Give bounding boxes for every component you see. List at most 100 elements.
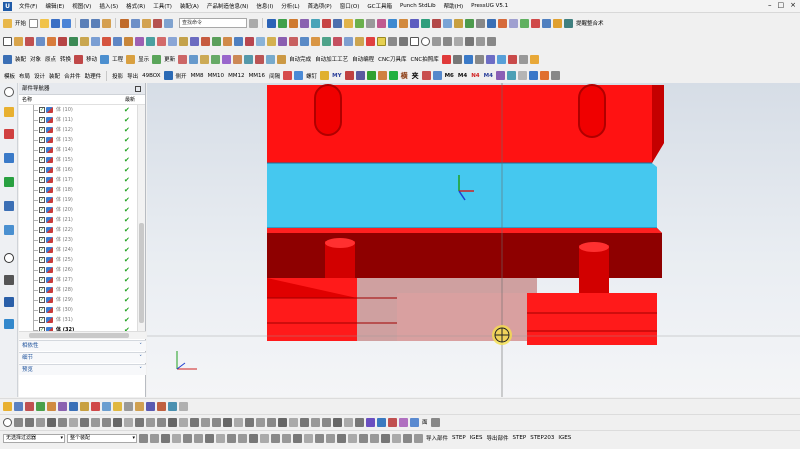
m4-second-button[interactable]: M4 xyxy=(483,73,494,79)
crimson-tool-icon[interactable] xyxy=(432,18,442,28)
auto-program-button[interactable]: 自动编程 xyxy=(351,55,375,63)
projection-button[interactable]: 投影 xyxy=(111,72,124,80)
gray-tool-icon[interactable] xyxy=(366,18,376,28)
punch-tool-11-icon[interactable] xyxy=(506,71,516,80)
rectangle-icon[interactable] xyxy=(410,36,419,46)
b2-red-tool-icon[interactable] xyxy=(388,417,397,427)
trim-body-icon[interactable] xyxy=(146,36,155,46)
layer-icon[interactable] xyxy=(267,18,277,28)
assembly-navigator-icon[interactable] xyxy=(4,107,14,117)
save-icon[interactable] xyxy=(51,18,61,28)
hole-icon[interactable] xyxy=(164,18,174,28)
punch-tool-8-icon[interactable] xyxy=(421,71,431,80)
mm16-button[interactable]: MM16 xyxy=(248,73,267,79)
purple-tool-icon[interactable] xyxy=(300,18,310,28)
misc9-tool-icon[interactable] xyxy=(564,18,574,28)
misc6-tool-icon[interactable] xyxy=(531,18,541,28)
maximize-panel-icon[interactable] xyxy=(135,86,141,92)
sync-icon[interactable] xyxy=(322,36,331,46)
b2-tool-8-icon[interactable] xyxy=(91,417,100,427)
punch-tool-14-icon[interactable] xyxy=(539,71,549,80)
mold-tool-3-icon[interactable] xyxy=(200,54,210,64)
punch-tool-15-icon[interactable] xyxy=(550,71,560,80)
b2-tool-10-icon[interactable] xyxy=(113,417,122,427)
save-all-icon[interactable] xyxy=(62,18,72,28)
cylinder-icon[interactable] xyxy=(131,18,141,28)
b2-tool-17-icon[interactable] xyxy=(190,417,199,427)
remind-button[interactable]: 提醒整合术 xyxy=(575,19,605,27)
visibility-checkbox[interactable]: ✓ xyxy=(39,127,45,133)
visibility-checkbox[interactable]: ✓ xyxy=(39,317,45,323)
light-blue-tool-icon[interactable] xyxy=(443,18,453,28)
part-navigator-icon[interactable] xyxy=(4,153,14,163)
snap-tool-8-icon[interactable] xyxy=(216,433,225,443)
visibility-checkbox[interactable]: ✓ xyxy=(39,147,45,153)
menu-assembly[interactable]: 装配(A) xyxy=(176,2,203,10)
trim-curve-icon[interactable] xyxy=(476,36,485,46)
search-icon[interactable] xyxy=(249,18,259,28)
b2-tool-14-icon[interactable] xyxy=(157,417,166,427)
snap-tool-18-icon[interactable] xyxy=(326,433,335,443)
misc3-tool-icon[interactable] xyxy=(498,18,508,28)
thread-icon[interactable] xyxy=(245,36,254,46)
horizontal-button[interactable]: 横 xyxy=(400,71,409,81)
pad-feature-icon[interactable] xyxy=(80,36,89,46)
color-tool-7-icon[interactable] xyxy=(529,54,539,64)
tree-row[interactable]: ✓ 体 (16) ✔ xyxy=(19,165,137,175)
circle-tool-icon[interactable] xyxy=(3,417,12,427)
move-face-icon[interactable] xyxy=(289,36,298,46)
close-icon[interactable]: × xyxy=(790,1,796,9)
menu-gc-toolbox[interactable]: GC工具箱 xyxy=(363,2,396,10)
visibility-checkbox[interactable]: ✓ xyxy=(39,117,45,123)
display-icon[interactable] xyxy=(126,54,136,64)
b2-tool-22-icon[interactable] xyxy=(245,417,254,427)
tree-row[interactable]: ✓ 体 (13) ✔ xyxy=(19,135,137,145)
snap-tool-25-icon[interactable] xyxy=(403,433,412,443)
b1-tool-10-icon[interactable] xyxy=(113,401,122,411)
snap-tool-13-icon[interactable] xyxy=(271,433,280,443)
b2-tool-2-icon[interactable] xyxy=(25,417,34,427)
display-button[interactable]: 显示 xyxy=(137,55,150,63)
helper-button[interactable]: 助理件 xyxy=(84,72,103,80)
spline-icon[interactable] xyxy=(443,36,452,46)
system-materials-icon[interactable] xyxy=(4,275,14,285)
open-icon[interactable] xyxy=(40,18,50,28)
b1-tool-6-icon[interactable] xyxy=(69,401,78,411)
reuse-library-icon[interactable] xyxy=(4,177,14,187)
punch-tool-4-icon[interactable] xyxy=(344,71,354,80)
punch-tool-12-icon[interactable] xyxy=(517,71,527,80)
b2-tool-29-icon[interactable] xyxy=(322,417,331,427)
misc4-tool-icon[interactable] xyxy=(509,18,519,28)
undo-icon[interactable] xyxy=(80,18,90,28)
b2-tool-23-icon[interactable] xyxy=(256,417,265,427)
blue-tool-icon[interactable] xyxy=(333,18,343,28)
menu-tools[interactable]: 工具(T) xyxy=(149,2,176,10)
rib-icon[interactable] xyxy=(256,36,265,46)
snap-tool-23-icon[interactable] xyxy=(381,433,390,443)
b2-tool-25-icon[interactable] xyxy=(278,417,287,427)
tree-row[interactable]: ✓ 体 (27) ✔ xyxy=(19,275,137,285)
b1-tool-4-icon[interactable] xyxy=(47,401,56,411)
plus-icon[interactable] xyxy=(388,71,398,80)
mold-tool-8-icon[interactable] xyxy=(255,54,265,64)
layout-button[interactable]: 布局 xyxy=(18,72,31,80)
snap-tool-2-icon[interactable] xyxy=(150,433,159,443)
b1-tool-13-icon[interactable] xyxy=(146,401,155,411)
fillet-curve-icon[interactable] xyxy=(465,36,474,46)
graphics-window[interactable] xyxy=(147,83,800,397)
b2-blue-tool-icon[interactable] xyxy=(377,417,386,427)
snap-tool-12-icon[interactable] xyxy=(260,433,269,443)
b2-tool-3-icon[interactable] xyxy=(36,417,45,427)
new-icon[interactable] xyxy=(29,18,39,28)
b2-tool-12-icon[interactable] xyxy=(135,417,144,427)
menu-view[interactable]: 视图(V) xyxy=(68,2,95,10)
process-studio-icon[interactable] xyxy=(4,297,14,307)
snap-tool-24-icon[interactable] xyxy=(392,433,401,443)
minimize-icon[interactable]: – xyxy=(768,1,772,9)
circle-icon[interactable] xyxy=(421,36,430,46)
b2-tool-19-icon[interactable] xyxy=(212,417,221,427)
visibility-checkbox[interactable]: ✓ xyxy=(39,197,45,203)
b2-tool-16-icon[interactable] xyxy=(179,417,188,427)
color-tool-2-icon[interactable] xyxy=(474,54,484,64)
misc7-tool-icon[interactable] xyxy=(542,18,552,28)
